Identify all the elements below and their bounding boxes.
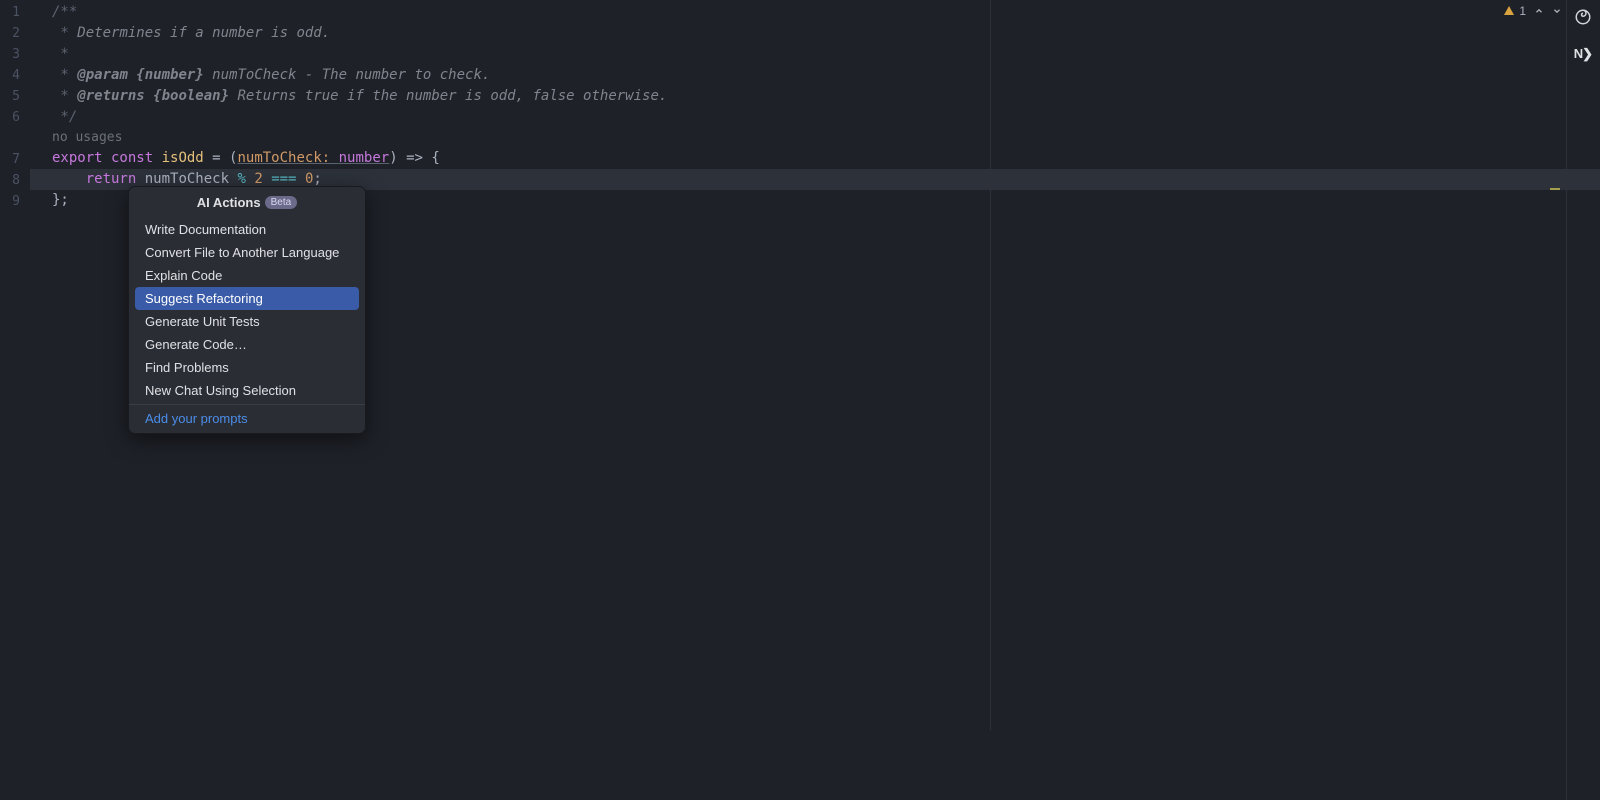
popup-header: AI Actions Beta [129, 187, 365, 216]
add-prompts-link[interactable]: Add your prompts [145, 411, 248, 426]
code-line[interactable]: * [30, 44, 1600, 65]
code-line[interactable]: * @param {number} numToCheck - The numbe… [30, 65, 1600, 86]
line-number: 4 [0, 65, 30, 86]
menu-item-generate-code[interactable]: Generate Code… [135, 333, 359, 356]
line-number: 3 [0, 44, 30, 65]
code-line[interactable]: */ [30, 107, 1600, 128]
popup-items-list: Write Documentation Convert File to Anot… [129, 216, 365, 404]
code-editor[interactable]: 1 2 3 4 5 6 7 8 9 /** * Determines if a … [0, 0, 1600, 800]
warning-count: 1 [1519, 4, 1526, 18]
menu-item-generate-unit-tests[interactable]: Generate Unit Tests [135, 310, 359, 333]
scroll-track [1566, 0, 1567, 800]
menu-item-write-documentation[interactable]: Write Documentation [135, 218, 359, 241]
chevron-up-icon[interactable] [1534, 6, 1544, 16]
right-gutter: 1 N❯ [1535, 0, 1600, 800]
menu-item-suggest-refactoring[interactable]: Suggest Refactoring [135, 287, 359, 310]
problems-indicator[interactable]: 1 [1503, 4, 1562, 18]
line-number: 5 [0, 86, 30, 107]
menu-item-convert-file[interactable]: Convert File to Another Language [135, 241, 359, 264]
warning-marker[interactable] [1550, 188, 1560, 190]
warning-icon [1503, 5, 1515, 17]
line-number: 8 [0, 170, 30, 191]
code-line[interactable]: * @returns {boolean} Returns true if the… [30, 86, 1600, 107]
beta-badge: Beta [265, 196, 298, 209]
ai-actions-popup: AI Actions Beta Write Documentation Conv… [128, 186, 366, 434]
ai-assistant-icon[interactable] [1574, 8, 1592, 26]
popup-footer: Add your prompts [129, 404, 365, 433]
inlay-hint-no-usages[interactable]: no usages [30, 128, 1600, 148]
code-line[interactable]: * Determines if a number is odd. [30, 23, 1600, 44]
line-number: 2 [0, 23, 30, 44]
menu-item-find-problems[interactable]: Find Problems [135, 356, 359, 379]
code-line[interactable]: export const isOdd = (numToCheck: number… [30, 148, 1600, 169]
menu-item-new-chat[interactable]: New Chat Using Selection [135, 379, 359, 402]
menu-item-explain-code[interactable]: Explain Code [135, 264, 359, 287]
line-number: 7 [0, 149, 30, 170]
editor-ruler [990, 0, 991, 730]
line-number [0, 128, 30, 149]
popup-title: AI Actions [197, 195, 261, 210]
chevron-down-icon[interactable] [1552, 6, 1562, 16]
line-gutter: 1 2 3 4 5 6 7 8 9 [0, 0, 30, 800]
line-number: 6 [0, 107, 30, 128]
line-number: 9 [0, 191, 30, 212]
code-line[interactable]: /** [30, 2, 1600, 23]
line-number: 1 [0, 2, 30, 23]
nx-console-icon[interactable]: N❯ [1574, 46, 1592, 62]
